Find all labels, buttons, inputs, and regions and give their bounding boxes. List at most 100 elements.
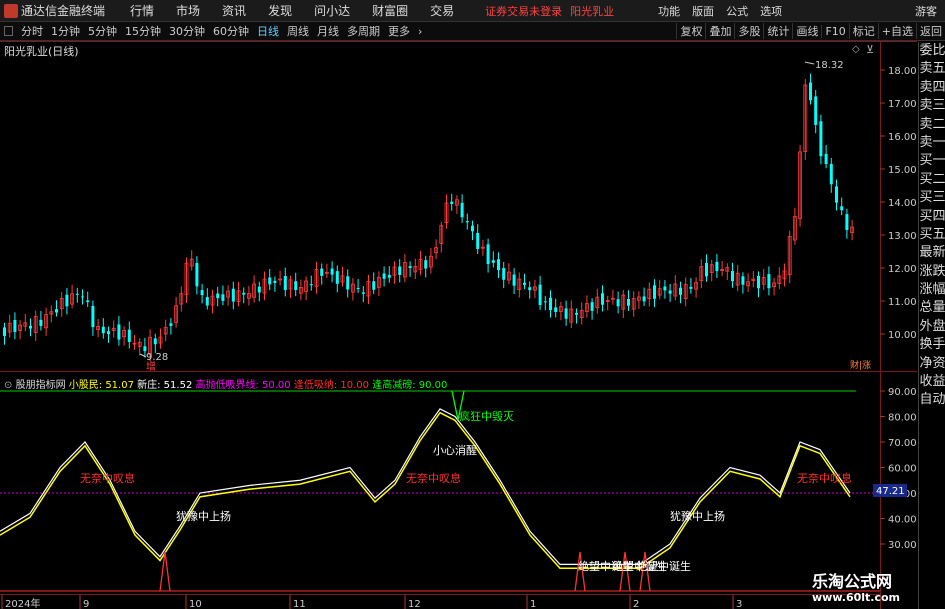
candle-body bbox=[829, 163, 833, 185]
indicator-value-4: 逢高减磅: 90.00 bbox=[372, 380, 448, 391]
candle-body bbox=[627, 299, 630, 306]
time-tick-label: 2 bbox=[633, 599, 639, 609]
candle-body bbox=[424, 260, 428, 269]
indicator-menu-icon[interactable]: ⊙ bbox=[4, 380, 12, 391]
side-auto[interactable]: 自动 bbox=[919, 391, 945, 409]
candle-body bbox=[616, 299, 620, 307]
candle-body bbox=[642, 296, 646, 302]
candle-body bbox=[372, 281, 376, 290]
candle-body bbox=[523, 282, 526, 285]
candle-body bbox=[502, 268, 506, 280]
time-axis: 2024年 9 10 11 12 1 2 3 bbox=[1, 595, 742, 609]
candle-body bbox=[835, 186, 838, 203]
candle-body bbox=[679, 287, 682, 295]
candle-body bbox=[320, 268, 324, 276]
side-sell2[interactable]: 卖二 bbox=[919, 116, 945, 134]
side-buy3[interactable]: 买三 bbox=[919, 189, 945, 207]
candle-body bbox=[55, 309, 58, 313]
side-volume[interactable]: 总量 bbox=[919, 299, 945, 317]
expand-icon[interactable]: ⊻ bbox=[866, 43, 874, 56]
side-sell5[interactable]: 卖五 bbox=[919, 60, 945, 78]
candle-body bbox=[101, 326, 105, 334]
candle-body bbox=[221, 294, 225, 301]
high-marker bbox=[804, 61, 815, 65]
time-tick-label: 3 bbox=[736, 599, 742, 609]
candle-body bbox=[200, 289, 204, 296]
side-outer[interactable]: 外盘 bbox=[919, 318, 945, 336]
side-sell4[interactable]: 卖四 bbox=[919, 79, 945, 97]
candle-body bbox=[590, 302, 594, 311]
indicator-name[interactable]: 股朋指标网 bbox=[16, 380, 66, 391]
side-sell1[interactable]: 卖一 bbox=[919, 134, 945, 152]
diamond-icon[interactable]: ◇ bbox=[852, 44, 860, 55]
candle-body bbox=[143, 346, 147, 352]
time-tick-label: 9 bbox=[83, 599, 89, 609]
side-buy4[interactable]: 买四 bbox=[919, 208, 945, 226]
price-tick-label: 13.00 bbox=[888, 231, 917, 242]
candle-body bbox=[460, 202, 464, 218]
indicator-tick-label: 80.00 bbox=[888, 413, 917, 424]
candle-body bbox=[689, 286, 693, 289]
candle-body bbox=[330, 268, 334, 275]
chart-title: 阳光乳业(日线) bbox=[4, 45, 79, 58]
indicator-tick-label: 40.00 bbox=[888, 515, 917, 526]
side-latest[interactable]: 最新 bbox=[919, 244, 945, 262]
indicator-tick-label: 60.00 bbox=[888, 464, 917, 475]
candle-body bbox=[283, 275, 287, 291]
side-change-pct[interactable]: 涨幅 bbox=[919, 281, 945, 299]
candle-body bbox=[564, 308, 568, 319]
indicator-tick-label: 30.00 bbox=[888, 540, 917, 551]
candle-body bbox=[705, 263, 708, 277]
stock-chart-canvas[interactable]: 18.00 17.00 16.00 15.00 14.00 13.00 12.00 11.00… bbox=[0, 0, 945, 609]
candle-body bbox=[715, 261, 719, 271]
candle-body bbox=[398, 266, 402, 275]
corner-tag[interactable]: 财|涨 bbox=[850, 359, 871, 371]
candle-body bbox=[257, 286, 261, 293]
side-netasset[interactable]: 净资 bbox=[919, 355, 945, 373]
candle-body bbox=[13, 319, 17, 332]
candle-body bbox=[575, 312, 578, 315]
low-tag: 增 bbox=[146, 360, 156, 373]
time-tick-label: 1 bbox=[530, 599, 536, 609]
annotation-caution: 小心消醒 bbox=[433, 443, 477, 457]
candle-body bbox=[471, 225, 474, 232]
candle-body bbox=[408, 266, 412, 269]
price-tick-label: 16.00 bbox=[888, 132, 917, 143]
price-tick-label: 11.00 bbox=[888, 297, 917, 308]
candle-body bbox=[767, 274, 771, 289]
annotation-madness: 疯狂中毁灭 bbox=[459, 409, 514, 423]
candle-body bbox=[273, 280, 277, 283]
time-tick-label: 11 bbox=[293, 599, 306, 609]
candle-body bbox=[601, 293, 604, 305]
side-weibi[interactable]: 委比 bbox=[919, 42, 945, 60]
candle-body bbox=[450, 201, 454, 204]
candle-body bbox=[819, 121, 823, 157]
candle-body bbox=[668, 290, 672, 294]
candle-body bbox=[497, 259, 500, 271]
candle-body bbox=[814, 96, 818, 125]
price-tick-label: 14.00 bbox=[888, 198, 917, 209]
candle-body bbox=[387, 274, 391, 278]
side-change[interactable]: 涨跌 bbox=[919, 263, 945, 281]
indicator-axis: 90.0080.0070.0060.0050.0040.0030.00 bbox=[880, 387, 917, 551]
annotation-rise-1: 犹豫中上扬 bbox=[176, 509, 231, 523]
side-turnover[interactable]: 换手 bbox=[919, 336, 945, 354]
candle-body bbox=[476, 232, 480, 249]
price-tick-label: 12.00 bbox=[888, 264, 917, 275]
quote-side-panel: 委比 卖五 卖四 卖三 卖二 卖一 买一 买二 买三 买四 买五 最新 涨跌 涨… bbox=[918, 42, 945, 609]
price-tick-label: 17.00 bbox=[888, 99, 917, 110]
candle-body bbox=[554, 307, 558, 312]
candle-body bbox=[153, 338, 157, 345]
annotation-rise-2: 犹豫中上扬 bbox=[670, 509, 725, 523]
candle-body bbox=[81, 296, 84, 298]
candle-body bbox=[29, 325, 32, 329]
side-buy1[interactable]: 买一 bbox=[919, 152, 945, 170]
candle-body bbox=[741, 276, 745, 285]
side-buy5[interactable]: 买五 bbox=[919, 226, 945, 244]
candle-body bbox=[268, 277, 272, 285]
candle-body bbox=[335, 271, 339, 284]
side-eps[interactable]: 收益 bbox=[919, 373, 945, 391]
watermark-url: www.60lt.com bbox=[812, 591, 901, 604]
side-buy2[interactable]: 买二 bbox=[919, 171, 945, 189]
side-sell3[interactable]: 卖三 bbox=[919, 97, 945, 115]
